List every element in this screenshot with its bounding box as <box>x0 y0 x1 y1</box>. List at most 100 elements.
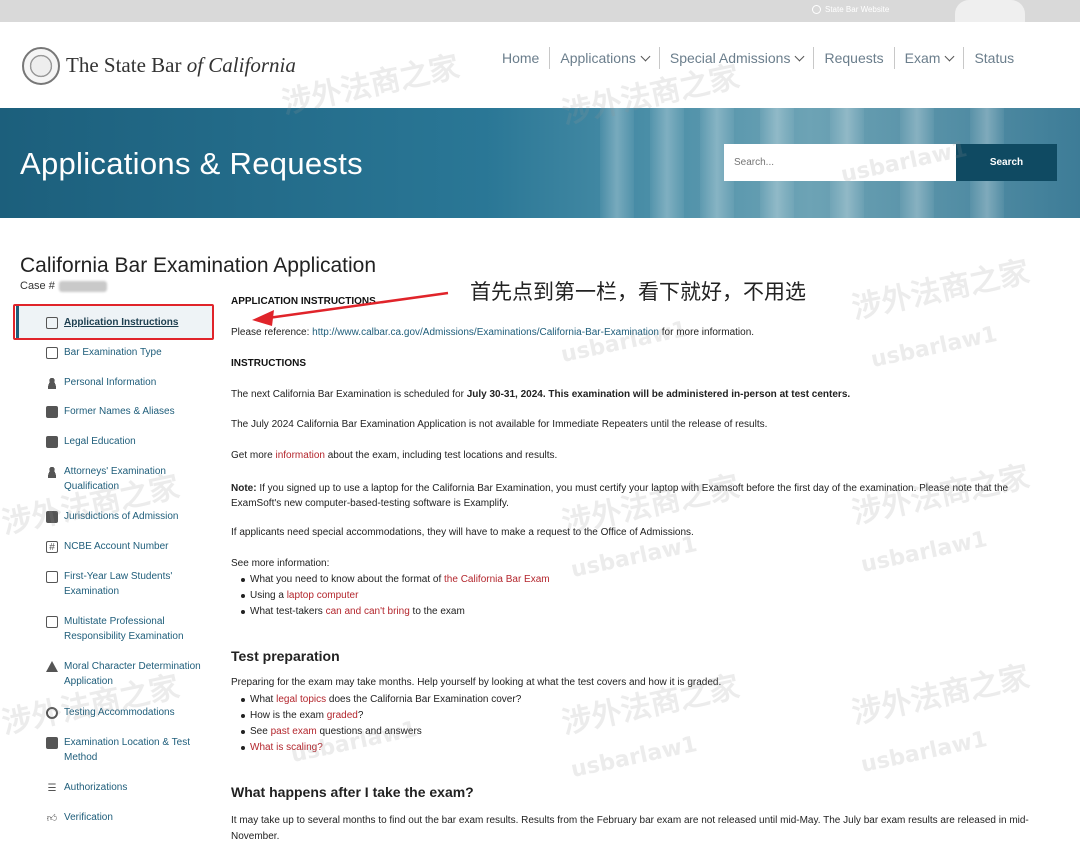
see-more-label: See more information: <box>231 558 330 569</box>
sidebar-item-label: Former Names & Aliases <box>64 406 175 417</box>
state-bar-seal-logo[interactable] <box>22 47 60 85</box>
nav-exam-label: Exam <box>904 50 941 66</box>
reference-prefix: Please reference: <box>231 327 313 338</box>
sidebar-item-label: First-Year Law Students' Examination <box>64 571 173 597</box>
laptop-note-paragraph: Note: If you signed up to use a laptop f… <box>231 481 1021 511</box>
nav-applications-label: Applications <box>560 50 636 66</box>
list-item-text: What you need to know about the format o… <box>250 574 445 585</box>
list-item-text: What test-takers <box>250 606 326 617</box>
page-title: California Bar Examination Application <box>20 254 377 277</box>
list-item-text: ? <box>357 710 364 721</box>
nav-exam[interactable]: Exam <box>895 47 965 69</box>
watermark: usbarlaw1 <box>858 726 990 779</box>
sidebar-item-former-names[interactable]: Former Names & Aliases <box>46 404 206 419</box>
immediate-repeaters-paragraph: The July 2024 California Bar Examination… <box>231 419 768 430</box>
sidebar-item-moral-character[interactable]: Moral Character Determination Applicatio… <box>46 659 206 689</box>
graded-link[interactable]: graded <box>327 710 358 721</box>
edit-document-icon <box>46 571 58 583</box>
watermark: usbarlaw1 <box>858 526 990 579</box>
search-input[interactable] <box>724 144 956 181</box>
sidebar-item-label: NCBE Account Number <box>64 541 169 552</box>
case-number: Case # <box>20 280 107 292</box>
sidebar-item-testing-accommodations[interactable]: Testing Accommodations <box>46 705 206 720</box>
sidebar-item-ncbe-account-number[interactable]: # NCBE Account Number <box>46 539 206 554</box>
sidebar-item-label: Legal Education <box>64 436 136 447</box>
nav-requests[interactable]: Requests <box>814 47 895 69</box>
sidebar-item-label: Attorneys' Examination Qualification <box>64 466 166 492</box>
watermark: usbarlaw1 <box>868 321 1000 374</box>
reference-link[interactable]: http://www.calbar.ca.gov/Admissions/Exam… <box>312 327 659 338</box>
sidebar-item-authorizations[interactable]: ☰ Authorizations <box>46 780 206 795</box>
watermark: 涉外法商之家 <box>849 254 1033 327</box>
sidebar-item-label: Moral Character Determination Applicatio… <box>64 661 201 687</box>
page-banner: Applications & Requests Search <box>0 108 1080 218</box>
exam-date-paragraph: The next California Bar Examination is s… <box>231 389 850 400</box>
list-item: Using a laptop computer <box>231 588 550 604</box>
list-item-text: does the California Bar Examination cove… <box>326 694 522 705</box>
sidebar-item-label: Examination Location & Test Method <box>64 737 191 763</box>
watermark: usbarlaw1 <box>568 531 700 584</box>
sidebar-item-attorneys-examination-qualification[interactable]: Attorneys' Examination Qualification <box>46 464 206 494</box>
nav-applications[interactable]: Applications <box>550 47 660 69</box>
annotation-highlight-box <box>13 304 214 340</box>
location-icon <box>46 737 58 749</box>
site-logo-text[interactable]: The State Bar of California <box>66 53 296 78</box>
can-cant-bring-link[interactable]: can and can't bring <box>326 606 410 617</box>
sidebar-item-examination-location[interactable]: Examination Location & Test Method <box>46 735 206 765</box>
nav-home[interactable]: Home <box>492 47 551 69</box>
annotation-text: 首先点到第一栏，看下就好，不用选 <box>470 280 806 304</box>
sidebar-item-jurisdictions-of-admission[interactable]: Jurisdictions of Admission <box>46 509 206 524</box>
nav-special-admissions-label: Special Admissions <box>669 50 791 66</box>
sidebar-item-label: Multistate Professional Responsibility E… <box>64 616 184 642</box>
application-instructions-heading: APPLICATION INSTRUCTIONS <box>231 296 376 307</box>
hash-icon: # <box>46 541 58 553</box>
sidebar-item-first-year-law-students-examination[interactable]: First-Year Law Students' Examination <box>46 569 206 599</box>
legal-topics-link[interactable]: legal topics <box>276 694 326 705</box>
list-item-text: questions and answers <box>316 726 422 737</box>
what-is-scaling-link[interactable]: What is scaling? <box>250 742 323 753</box>
bar-exam-link[interactable]: the California Bar Exam <box>444 574 550 585</box>
list-item: How is the exam graded? <box>231 708 521 724</box>
laptop-computer-link[interactable]: laptop computer <box>287 590 359 601</box>
user-key-icon <box>46 466 58 478</box>
watermark: 涉外法商之家 <box>849 659 1033 732</box>
sidebar-item-label: Authorizations <box>64 782 128 793</box>
accommodations-paragraph: If applicants need special accommodation… <box>231 527 694 538</box>
test-preparation-list: What legal topics does the California Ba… <box>231 692 521 756</box>
checklist-icon: ☰ <box>47 782 57 794</box>
logo-italic: of California <box>186 53 296 77</box>
list-item-text: Using a <box>250 590 287 601</box>
nav-status[interactable]: Status <box>964 47 1024 69</box>
site-header: The State Bar of California Home Applica… <box>0 22 1080 108</box>
exam-date-bold: July 30-31, 2024. This examination will … <box>466 389 851 400</box>
nav-special-admissions[interactable]: Special Admissions <box>660 47 815 69</box>
more-info-suffix: about the exam, including test locations… <box>324 450 558 461</box>
exam-date-prefix: The next California Bar Examination is s… <box>231 389 467 400</box>
list-item-text: to the exam <box>409 606 465 617</box>
watermark: usbarlaw1 <box>568 731 700 784</box>
search-button[interactable]: Search <box>956 144 1057 181</box>
banner-column <box>600 108 634 218</box>
sidebar-item-label: Verification <box>64 812 113 823</box>
nav-home-label: Home <box>502 50 540 66</box>
top-utility-bar: State Bar Website <box>0 0 1080 26</box>
sidebar-item-personal-information[interactable]: Personal Information <box>46 375 206 390</box>
lifebuoy-icon <box>46 707 58 719</box>
sidebar-item-mpre[interactable]: Multistate Professional Responsibility E… <box>46 614 206 644</box>
past-exam-link[interactable]: past exam <box>271 726 317 737</box>
list-item: See past exam questions and answers <box>231 724 521 740</box>
after-exam-paragraph: It may take up to several months to find… <box>231 815 1029 842</box>
chevron-down-icon <box>795 51 805 61</box>
sidebar-item-legal-education[interactable]: Legal Education <box>46 434 206 449</box>
state-bar-website-label: State Bar Website <box>825 5 890 14</box>
case-number-redacted <box>58 280 107 292</box>
information-link[interactable]: information <box>275 450 324 461</box>
state-bar-website-link[interactable]: State Bar Website <box>812 5 889 14</box>
sidebar-item-bar-examination-type[interactable]: Bar Examination Type <box>46 345 206 360</box>
list-item: What test-takers can and can't bring to … <box>231 604 550 620</box>
watermark: usbarlaw1 <box>558 316 690 369</box>
globe-icon <box>812 5 821 14</box>
list-item: What is scaling? <box>231 740 521 756</box>
sidebar-item-label: Personal Information <box>64 377 157 388</box>
sidebar-item-verification[interactable]: 👍︎ Verification <box>46 810 206 825</box>
